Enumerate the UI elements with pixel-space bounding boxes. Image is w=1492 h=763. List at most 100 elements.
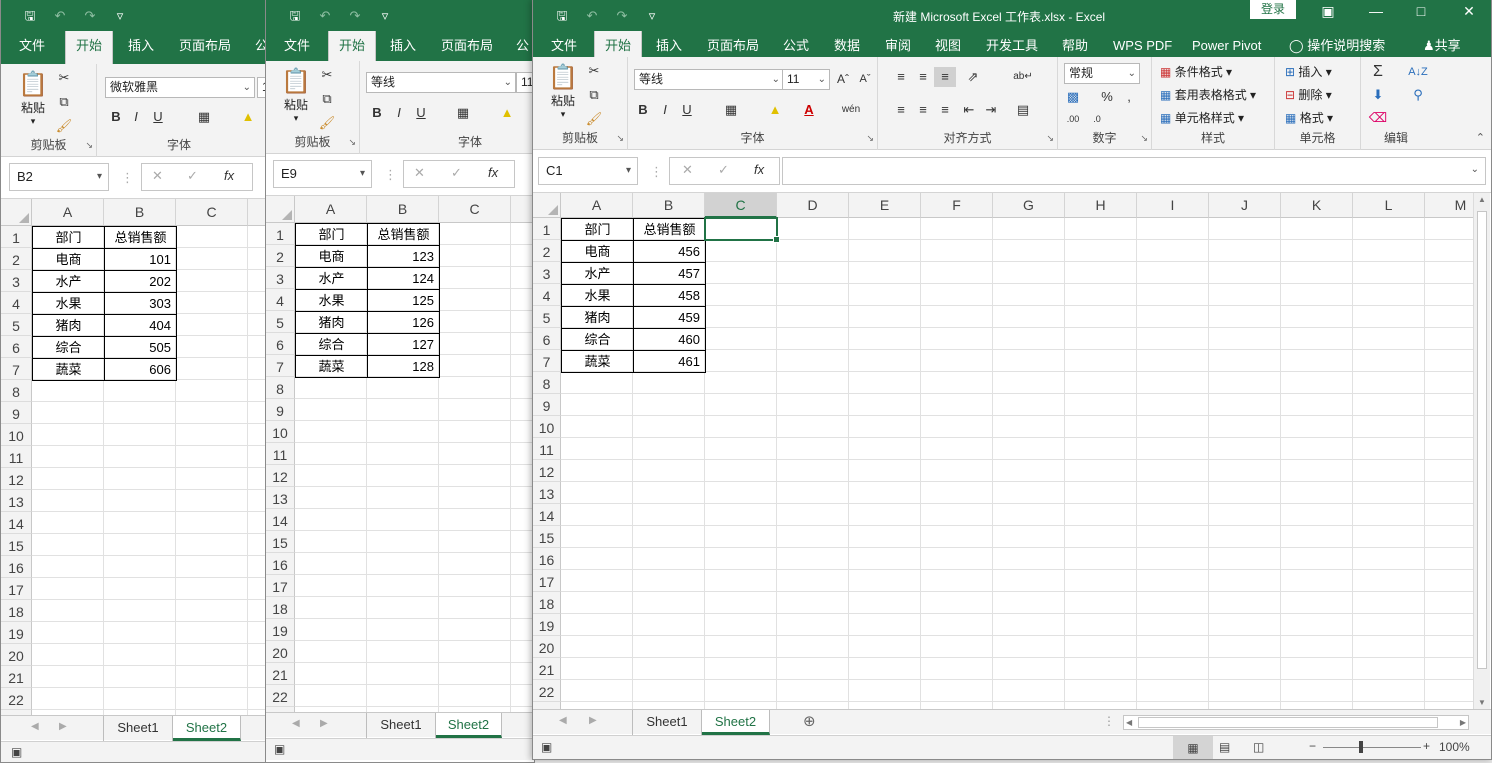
row-header[interactable]: 5 — [1, 314, 32, 336]
formula-input[interactable]: ✕ ✓ fx — [141, 163, 253, 191]
row-header[interactable]: 8 — [1, 380, 32, 402]
table-cell[interactable]: 128 — [367, 355, 440, 378]
table-cell[interactable]: 461 — [633, 350, 706, 373]
row-header[interactable]: 1 — [266, 223, 295, 245]
column-header[interactable]: L — [1353, 193, 1425, 218]
row-header[interactable]: 1 — [1, 226, 32, 248]
table-format-button[interactable]: ▦ 套用表格格式 ▾ — [1160, 85, 1256, 105]
border-icon[interactable]: ▦ — [193, 107, 215, 127]
row-header[interactable]: 1 — [533, 218, 561, 240]
table-cell[interactable]: 综合 — [32, 336, 105, 359]
ribbon-display-options-icon[interactable]: ▣ — [1313, 2, 1343, 22]
copy-icon[interactable]: ⧉ — [53, 92, 75, 112]
number-format-dropdown[interactable]: 常规 ⌄ — [1064, 63, 1140, 84]
row-header[interactable]: 18 — [533, 592, 561, 614]
cancel-icon[interactable]: ✕ — [152, 168, 163, 184]
row-header[interactable]: 16 — [533, 548, 561, 570]
column-header[interactable]: K — [1281, 193, 1353, 218]
tab-home[interactable]: 开始 — [65, 31, 114, 64]
row-header[interactable]: 8 — [533, 372, 561, 394]
decrease-font-icon[interactable]: Aˇ — [854, 69, 876, 89]
column-header[interactable]: B — [104, 199, 176, 226]
zoom-out-icon[interactable]: − — [1309, 739, 1316, 753]
decrease-decimal-icon[interactable]: .0 — [1086, 109, 1108, 129]
customize-qat-icon[interactable]: ▿ — [637, 6, 667, 26]
row-header[interactable]: 15 — [266, 531, 295, 553]
add-sheet-icon[interactable]: ⊕ — [803, 712, 816, 730]
table-cell[interactable]: 458 — [633, 284, 706, 307]
redo-icon[interactable]: ↷ — [607, 6, 637, 26]
table-cell[interactable]: 综合 — [295, 333, 368, 356]
comma-icon[interactable]: , — [1118, 87, 1140, 107]
row-header[interactable]: 11 — [533, 438, 561, 460]
column-header[interactable]: F — [921, 193, 993, 218]
row-header[interactable]: 14 — [533, 504, 561, 526]
row-header[interactable]: 11 — [1, 446, 32, 468]
zoom-slider[interactable] — [1323, 747, 1421, 748]
scroll-right-icon[interactable]: ▶ — [1460, 716, 1466, 729]
zoom-in-icon[interactable]: + — [1423, 739, 1430, 753]
column-header[interactable]: M — [1425, 193, 1473, 218]
enter-icon[interactable]: ✓ — [718, 162, 729, 178]
scroll-down-icon[interactable]: ▼ — [1478, 698, 1486, 707]
login-button[interactable]: 登录 — [1250, 0, 1296, 19]
row-header[interactable]: 21 — [266, 663, 295, 685]
table-header-cell[interactable]: 部门 — [561, 218, 634, 241]
row-header[interactable]: 10 — [1, 424, 32, 446]
table-cell[interactable]: 202 — [104, 270, 177, 293]
save-icon[interactable]: 🖫 — [547, 6, 577, 26]
column-header[interactable] — [248, 199, 265, 226]
cut-icon[interactable]: ✂ — [316, 65, 338, 85]
row-header[interactable]: 21 — [1, 666, 32, 688]
row-header[interactable]: 13 — [1, 490, 32, 512]
column-header[interactable]: C — [439, 196, 511, 223]
paste-button[interactable]: 📋 粘贴 ▾ — [13, 70, 53, 127]
row-header[interactable]: 3 — [1, 270, 32, 292]
row-header[interactable]: 3 — [533, 262, 561, 284]
save-icon[interactable]: 🖫 — [280, 6, 310, 26]
row-header[interactable]: 17 — [533, 570, 561, 592]
page-layout-view-icon[interactable]: ▤ — [1219, 740, 1230, 754]
underline-icon[interactable]: U — [676, 100, 698, 120]
table-header-cell[interactable]: 总销售额 — [104, 226, 177, 249]
insert-function-icon[interactable]: fx — [488, 165, 498, 180]
currency-icon[interactable]: ▩ — [1062, 87, 1084, 107]
table-cell[interactable]: 126 — [367, 311, 440, 334]
italic-icon[interactable]: I — [388, 103, 410, 123]
redo-icon[interactable]: ↷ — [75, 6, 105, 26]
cancel-icon[interactable]: ✕ — [682, 162, 693, 178]
row-header[interactable]: 13 — [266, 487, 295, 509]
paste-button[interactable]: 📋 粘贴 ▾ — [276, 67, 316, 124]
column-header[interactable]: D — [777, 193, 849, 218]
find-select-icon[interactable]: ⚲ — [1407, 85, 1429, 105]
column-header[interactable]: B — [633, 193, 705, 218]
column-header[interactable]: A — [32, 199, 104, 226]
column-header[interactable]: A — [295, 196, 367, 223]
row-header[interactable]: 9 — [1, 402, 32, 424]
row-header[interactable]: 6 — [533, 328, 561, 350]
table-cell[interactable]: 459 — [633, 306, 706, 329]
row-header[interactable]: 18 — [1, 600, 32, 622]
redo-icon[interactable]: ↷ — [340, 6, 370, 26]
column-header[interactable]: E — [849, 193, 921, 218]
sheet-prev-icon[interactable]: ◀ — [31, 721, 39, 732]
table-header-cell[interactable]: 部门 — [32, 226, 105, 249]
row-header[interactable]: 20 — [1, 644, 32, 666]
collapse-ribbon-icon[interactable]: ⌃ — [1476, 131, 1485, 144]
tab-formulas[interactable]: 公 — [512, 31, 533, 64]
percent-icon[interactable]: % — [1096, 87, 1118, 107]
page-break-view-icon[interactable]: ◫ — [1253, 740, 1264, 754]
row-header[interactable]: 15 — [533, 526, 561, 548]
table-cell[interactable]: 电商 — [561, 240, 634, 263]
row-header[interactable]: 8 — [266, 377, 295, 399]
table-header-cell[interactable]: 部门 — [295, 223, 368, 246]
column-header[interactable]: G — [993, 193, 1065, 218]
row-header[interactable]: 20 — [266, 641, 295, 663]
row-header[interactable]: 2 — [266, 245, 295, 267]
fill-color-icon[interactable]: ▲ — [764, 100, 786, 120]
row-header[interactable]: 4 — [533, 284, 561, 306]
table-cell[interactable]: 606 — [104, 358, 177, 381]
row-header[interactable]: 3 — [266, 267, 295, 289]
autosum-icon[interactable]: Σ — [1367, 62, 1389, 82]
align-top-icon[interactable]: ≡ — [890, 67, 912, 87]
